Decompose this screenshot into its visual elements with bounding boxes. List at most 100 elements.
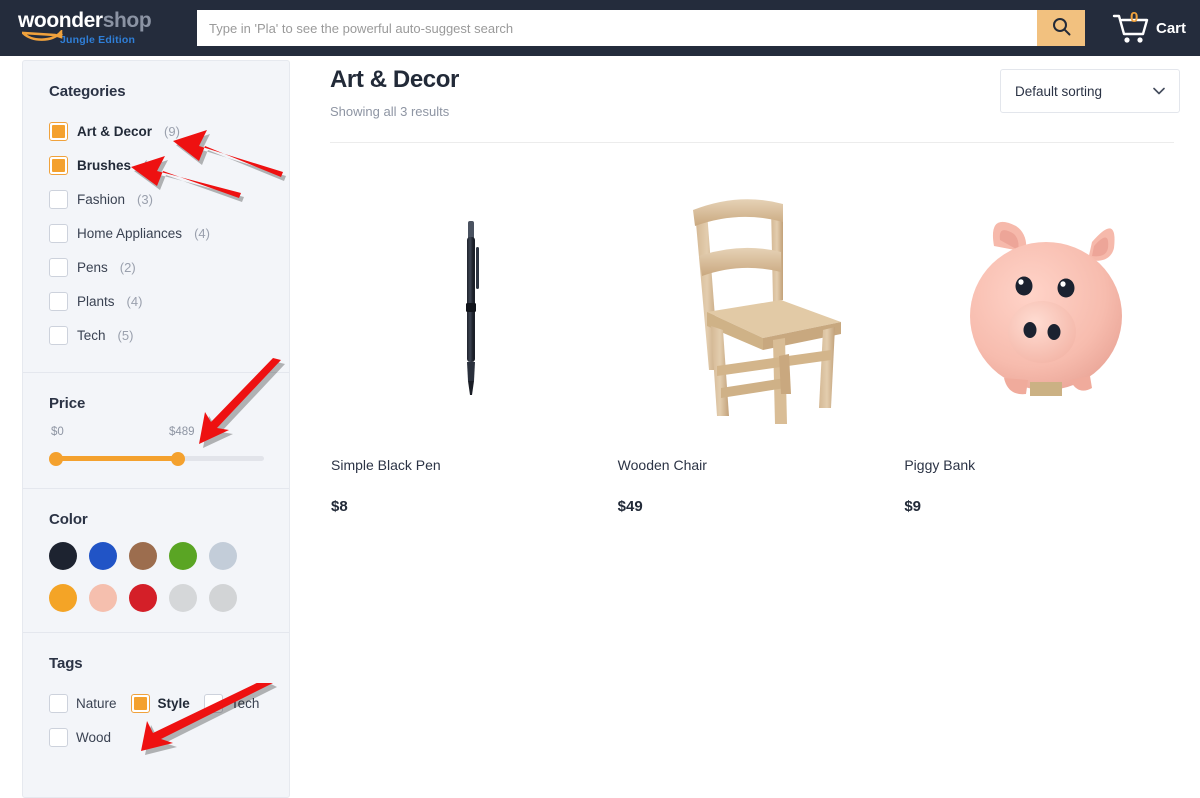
checkbox-nature[interactable]	[49, 693, 68, 713]
color-swatch-grid	[49, 542, 239, 612]
color-swatch-light-blue-gray[interactable]	[209, 542, 237, 570]
category-label: Home Appliances	[77, 225, 183, 241]
site-header: woondershop Jungle Edition Type in 'Pla'…	[0, 0, 1200, 56]
category-label: Brushes	[77, 157, 132, 173]
product-name: Wooden Chair	[617, 457, 707, 473]
product-card-simple-black-pen[interactable]: Simple Black Pen $8	[330, 155, 617, 515]
slider-handle-min[interactable]	[49, 452, 63, 466]
price-range-values: $0 $489	[49, 426, 263, 444]
tag-label: Tech	[230, 695, 260, 711]
product-name: Simple Black Pen	[331, 457, 441, 473]
tag-label: Style	[157, 695, 190, 711]
tags-list: Nature Style Tech Wood	[49, 686, 263, 754]
tag-item-tech[interactable]: Tech	[203, 686, 260, 720]
checkbox-home-appliances[interactable]	[49, 223, 68, 243]
color-swatch-green[interactable]	[169, 542, 197, 570]
logo-swoosh-icon	[22, 30, 64, 44]
checkbox-wood[interactable]	[49, 727, 68, 747]
color-swatch-brown[interactable]	[129, 542, 157, 570]
search-bar	[197, 10, 1085, 46]
category-count: (5)	[117, 327, 134, 343]
cart-label: Cart	[1155, 19, 1186, 37]
category-item-plants[interactable]: Plants (4)	[49, 284, 263, 318]
categories-title: Categories	[49, 83, 126, 100]
logo-word-primary: woonder	[18, 9, 103, 32]
category-count: (4)	[126, 293, 143, 309]
category-item-tech[interactable]: Tech (5)	[49, 318, 263, 352]
chevron-down-icon	[1153, 82, 1165, 100]
checkbox-tech-tag[interactable]	[203, 693, 223, 713]
wooden-chair-image	[617, 155, 904, 455]
price-min-label: $0	[51, 426, 64, 438]
color-swatch-red[interactable]	[129, 584, 157, 612]
price-range-slider[interactable]	[49, 448, 264, 468]
product-grid: Simple Black Pen $8 Wooden Chair $49 Pig…	[330, 155, 1190, 515]
checkbox-pens[interactable]	[49, 257, 68, 277]
site-logo[interactable]: woondershop Jungle Edition	[0, 0, 195, 56]
checkbox-brushes[interactable]	[49, 155, 68, 175]
black-pen-image	[330, 155, 617, 455]
product-listing-area: Art & Decor Showing all 3 results Defaul…	[330, 60, 1190, 515]
category-label: Art & Decor	[77, 123, 153, 139]
color-title: Color	[49, 511, 88, 528]
category-label: Tech	[77, 327, 106, 343]
search-input[interactable]	[197, 10, 1037, 46]
category-count: (9)	[164, 123, 180, 139]
tags-title: Tags	[49, 655, 83, 672]
slider-handle-max[interactable]	[171, 452, 185, 466]
checkbox-tech[interactable]	[49, 325, 68, 345]
tag-item-nature[interactable]: Nature	[49, 686, 117, 720]
product-card-wooden-chair[interactable]: Wooden Chair $49	[617, 155, 904, 515]
category-count: (2)	[119, 259, 136, 275]
search-button[interactable]	[1037, 10, 1085, 46]
slider-fill	[54, 456, 179, 461]
color-swatch-black[interactable]	[49, 542, 77, 570]
cart-count-badge: 0	[1129, 9, 1139, 26]
checkbox-style[interactable]	[130, 693, 150, 713]
price-filter-section: Price $0 $489	[23, 372, 289, 488]
color-swatch-light-gray[interactable]	[169, 584, 197, 612]
color-swatch-gray[interactable]	[209, 584, 237, 612]
tag-label: Nature	[76, 695, 117, 711]
checkbox-fashion[interactable]	[49, 189, 68, 209]
color-swatch-blue[interactable]	[89, 542, 117, 570]
sort-dropdown[interactable]: Default sorting	[1000, 69, 1180, 113]
tag-label: Wood	[76, 729, 112, 745]
content-divider	[330, 142, 1174, 143]
tag-item-wood[interactable]: Wood	[49, 720, 263, 754]
color-swatch-orange[interactable]	[49, 584, 77, 612]
category-count: (3)	[137, 191, 153, 207]
color-filter-section: Color	[23, 488, 289, 632]
category-item-art-decor[interactable]: Art & Decor (9)	[49, 114, 263, 148]
cart-button[interactable]: 0 Cart	[1112, 0, 1186, 56]
product-price: $49	[617, 498, 643, 515]
logo-wordmark: woondershop	[18, 10, 195, 31]
category-label: Pens	[77, 259, 108, 275]
category-label: Plants	[77, 293, 115, 309]
checkbox-plants[interactable]	[49, 291, 68, 311]
tags-filter-section: Tags Nature Style Tech Wood	[23, 632, 289, 774]
category-item-fashion[interactable]: Fashion (3)	[49, 182, 263, 216]
color-swatch-pink[interactable]	[89, 584, 117, 612]
category-item-home-appliances[interactable]: Home Appliances (4)	[49, 216, 263, 250]
category-count: (3)	[143, 157, 159, 173]
sort-selected-value: Default sorting	[1015, 83, 1103, 99]
product-price: $8	[331, 498, 348, 515]
category-label: Fashion	[77, 191, 126, 207]
category-item-brushes[interactable]: Brushes (3)	[49, 148, 263, 182]
checkbox-art-decor[interactable]	[49, 121, 68, 141]
category-count: (4)	[194, 225, 210, 241]
price-title: Price	[49, 395, 86, 412]
piggy-bank-image	[903, 155, 1190, 455]
tag-item-style[interactable]: Style	[130, 686, 190, 720]
category-item-pens[interactable]: Pens (2)	[49, 250, 263, 284]
product-name: Piggy Bank	[904, 457, 976, 473]
product-card-piggy-bank[interactable]: Piggy Bank $9	[903, 155, 1190, 515]
shopping-cart-icon: 0	[1112, 9, 1152, 45]
search-icon	[1052, 17, 1071, 39]
price-max-label: $489	[169, 426, 195, 438]
categories-filter-section: Categories Art & Decor (9) Brushes (3) F…	[23, 61, 289, 372]
filters-sidebar: Categories Art & Decor (9) Brushes (3) F…	[22, 60, 290, 798]
logo-word-secondary: shop	[102, 9, 152, 32]
product-price: $9	[904, 498, 922, 515]
